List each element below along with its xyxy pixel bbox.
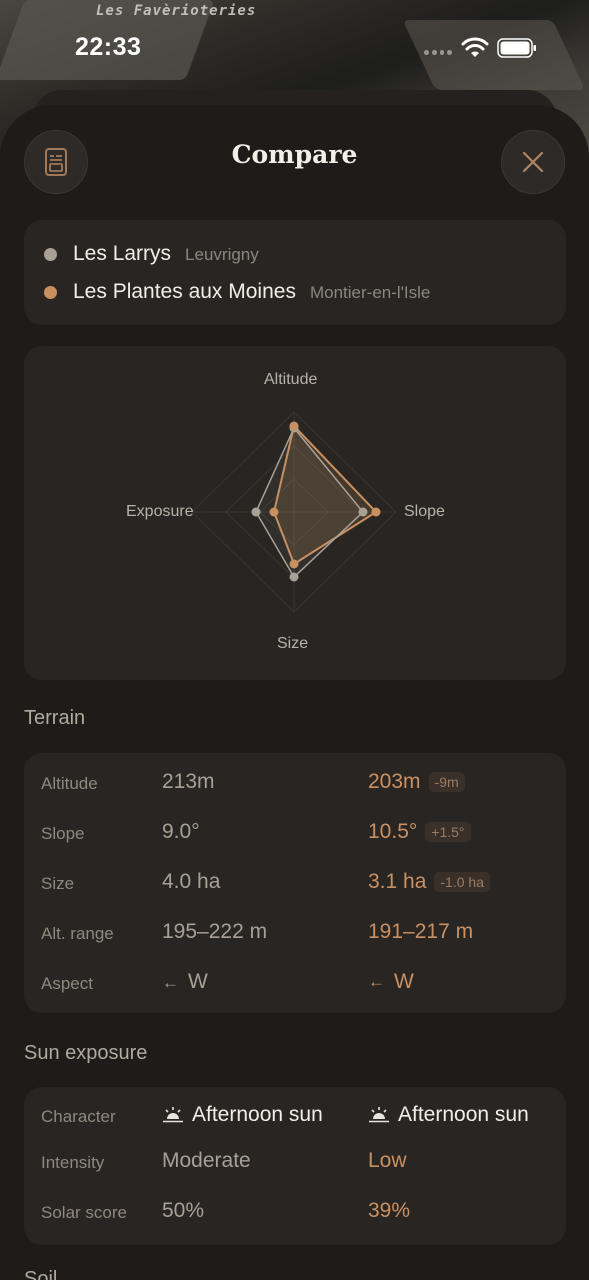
parcel-a-place: Leuvrigny	[185, 245, 259, 264]
parcel-b-value: 3.1 ha	[368, 870, 427, 893]
parcel-b-color-dot	[44, 285, 57, 299]
parcels-legend: Les Larrys Leuvrigny Les Plantes aux Moi…	[24, 220, 566, 325]
map-place-label: Les Favèrioteries	[96, 3, 257, 19]
radar-axis-exposure: Exposure	[126, 503, 194, 520]
radar-point-b-altitude	[289, 421, 299, 431]
radar-chart	[191, 411, 397, 613]
parcel-a-color-dot	[44, 247, 57, 261]
parcel-a-value: 195–222 m	[162, 920, 268, 943]
radar-point-a-slope	[358, 507, 368, 517]
parcel-b-value-wrap: Afternoon sun	[368, 1103, 529, 1127]
delta-badge: -9m	[428, 772, 465, 792]
terrain-table: Altitude 213m 203m -9m Slope 9.0° 10.5° +1…	[24, 753, 566, 1013]
wifi-icon	[461, 37, 489, 57]
parcel-a-value: Moderate	[162, 1149, 251, 1172]
parcel-a-name: Les Larrys	[73, 242, 172, 265]
parcel-b-value: 191–217 m	[368, 920, 474, 943]
status-bar: 22:33	[0, 30, 589, 66]
parcel-b-value-wrap: 10.5° +1.5°	[368, 820, 471, 844]
sun-row-character: Character Afternoon sun Afternoon sun	[41, 1103, 561, 1133]
radar-axis-size: Size	[277, 635, 309, 652]
battery-icon	[497, 38, 536, 58]
parcel-b-value: 10.5°	[368, 820, 418, 843]
delta-badge: -1.0 ha	[434, 872, 490, 892]
parcel-a-value: W	[188, 970, 208, 993]
terrain-row-slope: Slope 9.0° 10.5° +1.5°	[41, 820, 561, 850]
row-label: Altitude	[41, 774, 98, 793]
parcel-b-value-wrap: 3.1 ha -1.0 ha	[368, 870, 490, 894]
parcel-a-value: 4.0 ha	[162, 870, 221, 893]
terrain-row-altitude: Altitude 213m 203m -9m	[41, 770, 561, 800]
radar-axis-altitude: Altitude	[264, 371, 318, 388]
row-label: Size	[41, 874, 75, 893]
sunset-icon	[369, 1107, 389, 1123]
delta-badge: +1.5°	[425, 822, 471, 842]
parcel-b-value-wrap: ← W	[368, 970, 414, 994]
arrow-left-icon: ←	[368, 972, 385, 991]
cellular-signal-icon	[424, 50, 452, 56]
row-label: Intensity	[41, 1153, 105, 1172]
parcel-b-name: Les Plantes aux Moines	[73, 280, 296, 303]
parcel-b-value: Low	[368, 1149, 407, 1172]
close-icon	[522, 151, 544, 173]
soil-section-title: Soil	[24, 1268, 58, 1280]
parcel-b-value: 39%	[368, 1199, 411, 1222]
parcel-b-value: Afternoon sun	[398, 1103, 529, 1126]
terrain-row-alt-range: Alt. range 195–222 m 191–217 m	[41, 920, 561, 950]
radar-chart-card: Altitude Slope Size Exposure	[24, 346, 566, 680]
radar-point-b-exposure	[269, 507, 279, 517]
parcel-a-value: 9.0°	[162, 820, 200, 843]
parcel-a-value-wrap: Afternoon sun	[162, 1103, 323, 1127]
sunset-icon	[163, 1107, 183, 1123]
sun-exposure-table: Character Afternoon sun Afternoon sun In	[24, 1087, 566, 1245]
row-label: Solar score	[41, 1203, 127, 1222]
row-label: Character	[41, 1107, 116, 1126]
radar-point-a-size	[289, 572, 299, 582]
parcel-a-value: 213m	[162, 770, 215, 793]
parcel-a-value-wrap: ← W	[162, 970, 208, 994]
close-button[interactable]	[501, 130, 565, 194]
status-time: 22:33	[75, 33, 142, 61]
parcel-b-value: 203m	[368, 770, 421, 793]
parcel-a-value: 50%	[162, 1199, 205, 1222]
sun-row-intensity: Intensity Moderate Low	[41, 1149, 561, 1179]
parcel-b-place: Montier-en-l'Isle	[309, 283, 431, 302]
parcel-b[interactable]: Les Plantes aux Moines Montier-en-l'Isle	[44, 280, 430, 304]
parcel-b-value-wrap: 203m -9m	[368, 770, 465, 794]
terrain-row-aspect: Aspect ← W ← W	[41, 970, 561, 1000]
sun-row-solar-score: Solar score 50% 39%	[41, 1199, 561, 1229]
terrain-section-title: Terrain	[24, 707, 86, 729]
parcel-a-value: Afternoon sun	[192, 1103, 323, 1126]
radar-point-b-slope	[371, 507, 381, 517]
terrain-row-size: Size 4.0 ha 3.1 ha -1.0 ha	[41, 870, 561, 900]
row-label: Aspect	[41, 974, 93, 993]
parcel-b-value: W	[394, 970, 414, 993]
radar-axis-slope: Slope	[404, 503, 445, 520]
radar-point-a-exposure	[251, 507, 261, 517]
row-label: Slope	[41, 824, 85, 843]
radar-point-b-size	[289, 559, 299, 569]
parcel-a[interactable]: Les Larrys Leuvrigny	[44, 242, 259, 266]
row-label: Alt. range	[41, 924, 114, 943]
arrow-left-icon: ←	[162, 973, 179, 992]
sun-section-title: Sun exposure	[24, 1042, 148, 1064]
radar-series-a	[255, 426, 365, 579]
